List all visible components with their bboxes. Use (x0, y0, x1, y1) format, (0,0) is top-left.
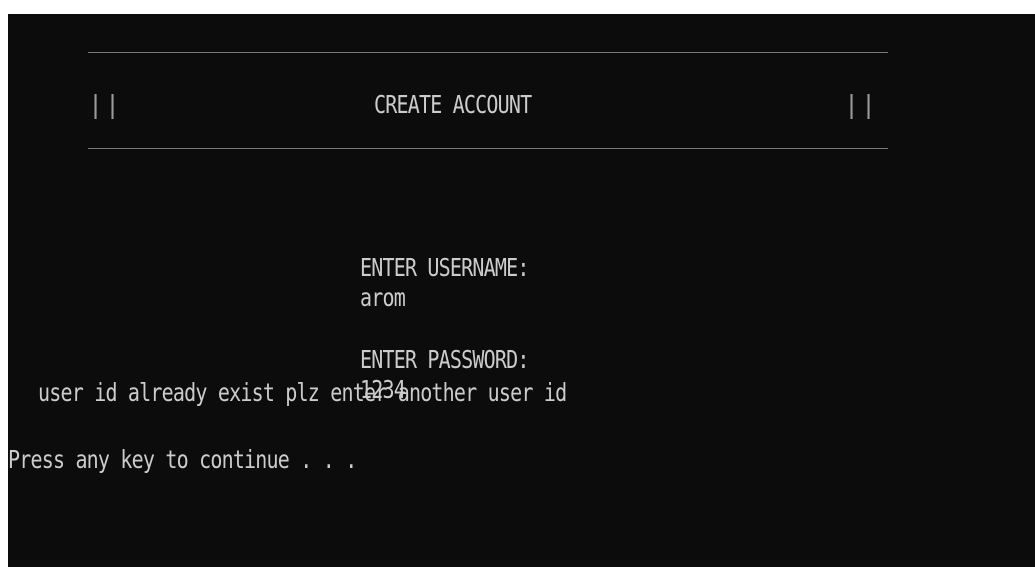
console-window: || CREATE ACCOUNT || ENTER USERNAME: aro… (8, 14, 1035, 567)
username-label: ENTER USERNAME: (359, 253, 529, 282)
header-right-bars: || (844, 90, 879, 119)
continue-prompt: Press any key to continue . . . (8, 445, 357, 474)
password-row: ENTER PASSWORD: 1234 (315, 315, 529, 435)
header-top-rule (88, 52, 888, 53)
password-label: ENTER PASSWORD: (359, 345, 529, 374)
error-message: user id already exist plz enter another … (38, 378, 567, 407)
header-left-bars: || (88, 90, 123, 119)
username-value: arom (359, 283, 406, 312)
header-title: CREATE ACCOUNT (374, 90, 532, 119)
header-bottom-rule (88, 148, 888, 149)
